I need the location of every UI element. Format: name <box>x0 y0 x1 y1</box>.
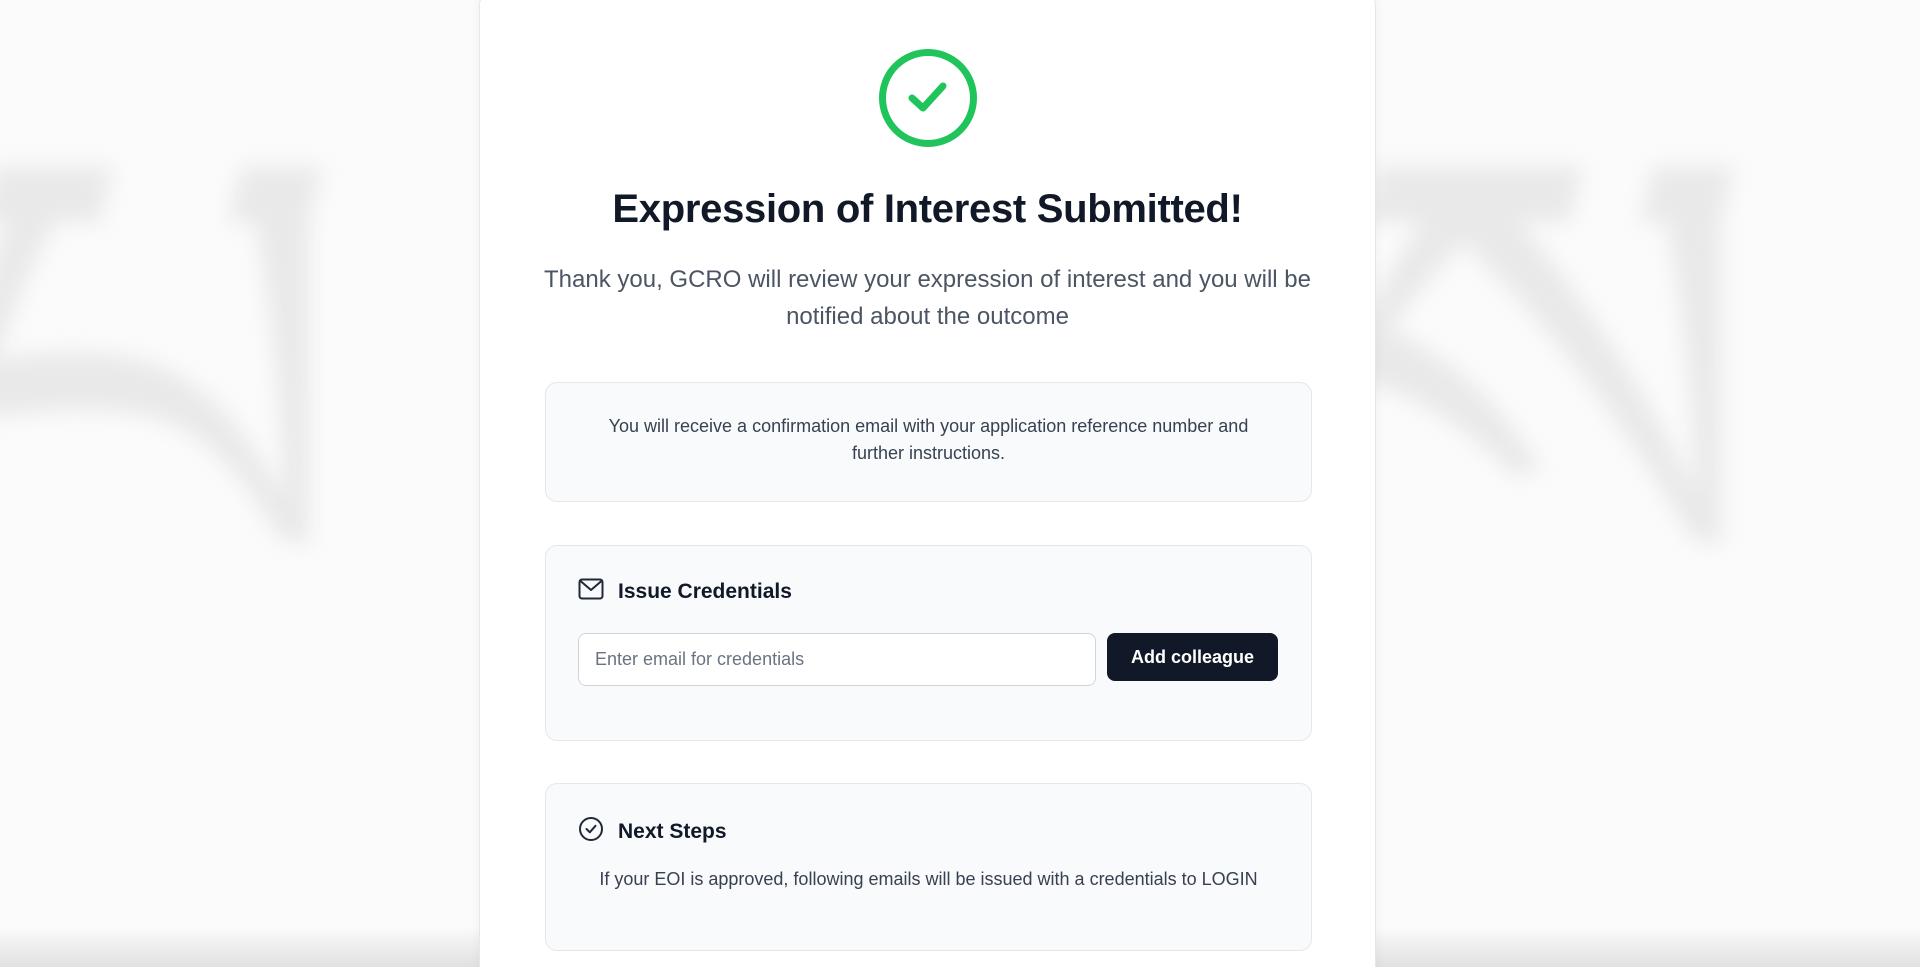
check-circle-icon <box>879 49 977 147</box>
background-decoration-left: པ <box>0 7 351 752</box>
next-steps-panel: Next Steps If your EOI is approved, foll… <box>545 783 1312 951</box>
next-steps-header: Next Steps <box>578 816 727 847</box>
credentials-email-input[interactable] <box>578 633 1096 686</box>
confirmation-subtitle: Thank you, GCRO will review your express… <box>544 266 1311 330</box>
issue-credentials-heading: Issue Credentials <box>618 579 792 603</box>
add-colleague-button[interactable]: Add colleague <box>1107 633 1278 681</box>
next-steps-heading: Next Steps <box>618 819 727 843</box>
issue-credentials-header: Issue Credentials <box>578 578 792 605</box>
confirmation-card: Expression of Interest Submitted! Thank … <box>479 0 1376 967</box>
next-steps-text: If your EOI is approved, following email… <box>599 869 1258 889</box>
confirmation-info-panel: You will receive a confirmation email wi… <box>545 382 1312 502</box>
check-circle-outline-icon <box>578 816 604 847</box>
page-title: Expression of Interest Submitted! <box>612 187 1243 231</box>
confirmation-info-text: You will receive a confirmation email wi… <box>608 416 1249 463</box>
mail-icon <box>578 578 604 605</box>
background-decoration-right: ས <box>1330 7 1762 752</box>
issue-credentials-panel: Issue Credentials Add colleague <box>545 545 1312 741</box>
